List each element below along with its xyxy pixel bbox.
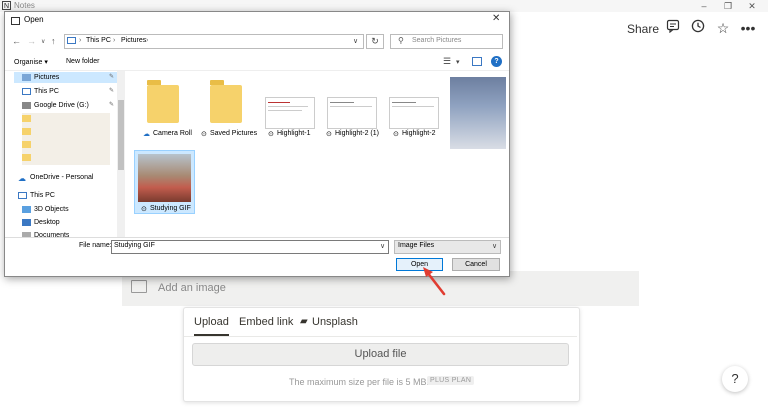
- add-image-label: Add an image: [158, 282, 226, 294]
- file-label-highlight-2-1[interactable]: Highlight-2 (1): [335, 130, 379, 137]
- sync-status-icon: ⊙: [268, 131, 274, 138]
- studying-gif-thumbnail[interactable]: [138, 154, 191, 202]
- refresh-icon[interactable]: ↻: [366, 34, 384, 49]
- help-icon[interactable]: ?: [491, 56, 502, 67]
- back-arrow-icon[interactable]: ←: [12, 36, 21, 46]
- this-pc-icon: [67, 37, 76, 44]
- file-type-dropdown-icon[interactable]: ∨: [492, 242, 497, 250]
- folder-icon: [22, 141, 31, 148]
- file-name-label: File name:: [79, 242, 112, 249]
- onedrive-icon: ☁: [18, 174, 26, 183]
- sync-status-icon: ⊙: [141, 206, 147, 213]
- pictures-icon: [22, 74, 31, 81]
- folder-icon: [22, 154, 31, 161]
- view-options-icon[interactable]: ☰: [443, 56, 451, 67]
- nav-item-this-pc-quick[interactable]: This PC: [34, 88, 59, 95]
- desktop-icon: [22, 219, 31, 226]
- cloud-sync-icon: ☁: [143, 131, 150, 138]
- this-pc-icon: [22, 88, 31, 95]
- file-name-dropdown-icon[interactable]: ∨: [380, 242, 385, 250]
- 3d-objects-icon: [22, 206, 31, 213]
- nav-scroll-thumb[interactable]: [118, 100, 124, 170]
- camera-roll-folder[interactable]: [147, 85, 179, 123]
- folder-icon: [22, 128, 31, 135]
- file-name-value: Studying GIF: [114, 242, 155, 249]
- nav-item-this-pc[interactable]: This PC: [30, 192, 55, 199]
- upload-file-button[interactable]: Upload file: [192, 343, 569, 366]
- cancel-button[interactable]: Cancel: [452, 258, 500, 271]
- image-thumbnail-partial[interactable]: [450, 77, 506, 149]
- file-label-studying-gif[interactable]: Studying GIF: [150, 205, 191, 212]
- new-folder-button[interactable]: New folder: [66, 58, 99, 65]
- pin-icon[interactable]: ✎: [109, 101, 114, 108]
- notes-logo-icon: N: [2, 1, 11, 10]
- red-arrow-icon: [420, 265, 448, 302]
- pin-icon[interactable]: ✎: [109, 87, 114, 94]
- thumb-line: [268, 102, 290, 103]
- nav-item-google-drive[interactable]: Google Drive (G:): [34, 102, 89, 109]
- thumb-line: [392, 102, 416, 103]
- address-dropdown-icon[interactable]: ∨: [353, 37, 358, 45]
- bottom-divider: [5, 237, 509, 238]
- minimize-icon[interactable]: –: [694, 0, 714, 12]
- maximize-icon[interactable]: ❐: [718, 0, 738, 12]
- breadcrumb-this-pc[interactable]: This PC: [86, 37, 111, 44]
- active-tab-underline: [194, 334, 229, 336]
- file-label-highlight-1[interactable]: Highlight-1: [277, 130, 310, 137]
- thumb-line: [268, 110, 302, 111]
- search-icon: ⚲: [398, 36, 404, 45]
- unsplash-icon: ▰: [300, 316, 308, 327]
- nav-item-pictures[interactable]: Pictures: [34, 74, 59, 81]
- dialog-title: Open: [24, 15, 44, 24]
- tab-upload[interactable]: Upload: [194, 316, 229, 328]
- clock-icon[interactable]: [689, 19, 707, 37]
- thumb-line: [330, 102, 354, 103]
- breadcrumb-sep-icon: ›: [113, 37, 116, 44]
- star-icon[interactable]: ☆: [714, 19, 732, 37]
- folder-icon: [22, 115, 31, 122]
- tab-embed-link[interactable]: Embed link: [239, 316, 293, 328]
- file-type-value: Image Files: [398, 242, 435, 249]
- preview-pane-icon[interactable]: [472, 57, 482, 66]
- view-dropdown-icon[interactable]: ▾: [456, 58, 460, 66]
- blurred-nav-items: [22, 113, 110, 165]
- search-placeholder: Search Pictures: [412, 37, 462, 44]
- thumb-line: [330, 106, 372, 107]
- plus-plan-badge[interactable]: PLUS PLAN: [427, 376, 475, 385]
- tab-divider: [184, 336, 577, 337]
- help-button[interactable]: ?: [722, 366, 748, 392]
- nav-item-3d-objects[interactable]: 3D Objects: [34, 206, 69, 213]
- dialog-app-icon: [11, 17, 20, 25]
- tab-unsplash[interactable]: Unsplash: [312, 316, 358, 328]
- saved-pictures-folder[interactable]: [210, 85, 242, 123]
- thumb-line: [268, 106, 308, 107]
- breadcrumb-sep-icon: ›: [79, 37, 82, 44]
- file-label-saved-pictures[interactable]: Saved Pictures: [210, 130, 257, 137]
- nav-item-desktop[interactable]: Desktop: [34, 219, 60, 226]
- file-label-camera-roll[interactable]: Camera Roll: [153, 130, 192, 137]
- sync-status-icon: ⊙: [201, 131, 207, 138]
- image-icon: [131, 280, 147, 293]
- this-pc-icon: [18, 192, 27, 199]
- drive-icon: [22, 102, 31, 109]
- up-arrow-icon[interactable]: ↑: [51, 36, 56, 46]
- sync-status-icon: ⊙: [393, 131, 399, 138]
- comment-icon[interactable]: [664, 19, 682, 37]
- breadcrumb-pictures[interactable]: Pictures: [121, 37, 146, 44]
- share-button[interactable]: Share: [627, 22, 659, 36]
- close-window-icon[interactable]: ✕: [742, 0, 762, 12]
- more-icon[interactable]: •••: [739, 19, 757, 37]
- organise-button[interactable]: Organise ▾: [14, 58, 48, 66]
- file-label-highlight-2[interactable]: Highlight-2: [402, 130, 435, 137]
- sync-status-icon: ⊙: [326, 131, 332, 138]
- thumb-line: [392, 106, 434, 107]
- recent-dropdown-icon[interactable]: ∨: [41, 38, 45, 45]
- breadcrumb-sep-icon: ›: [146, 37, 149, 44]
- nav-item-onedrive[interactable]: OneDrive - Personal: [30, 174, 93, 181]
- max-size-note: The maximum size per file is 5 MB.: [289, 377, 430, 387]
- forward-arrow-icon[interactable]: →: [27, 36, 36, 46]
- dialog-close-icon[interactable]: ✕: [492, 13, 500, 24]
- pin-icon[interactable]: ✎: [109, 73, 114, 80]
